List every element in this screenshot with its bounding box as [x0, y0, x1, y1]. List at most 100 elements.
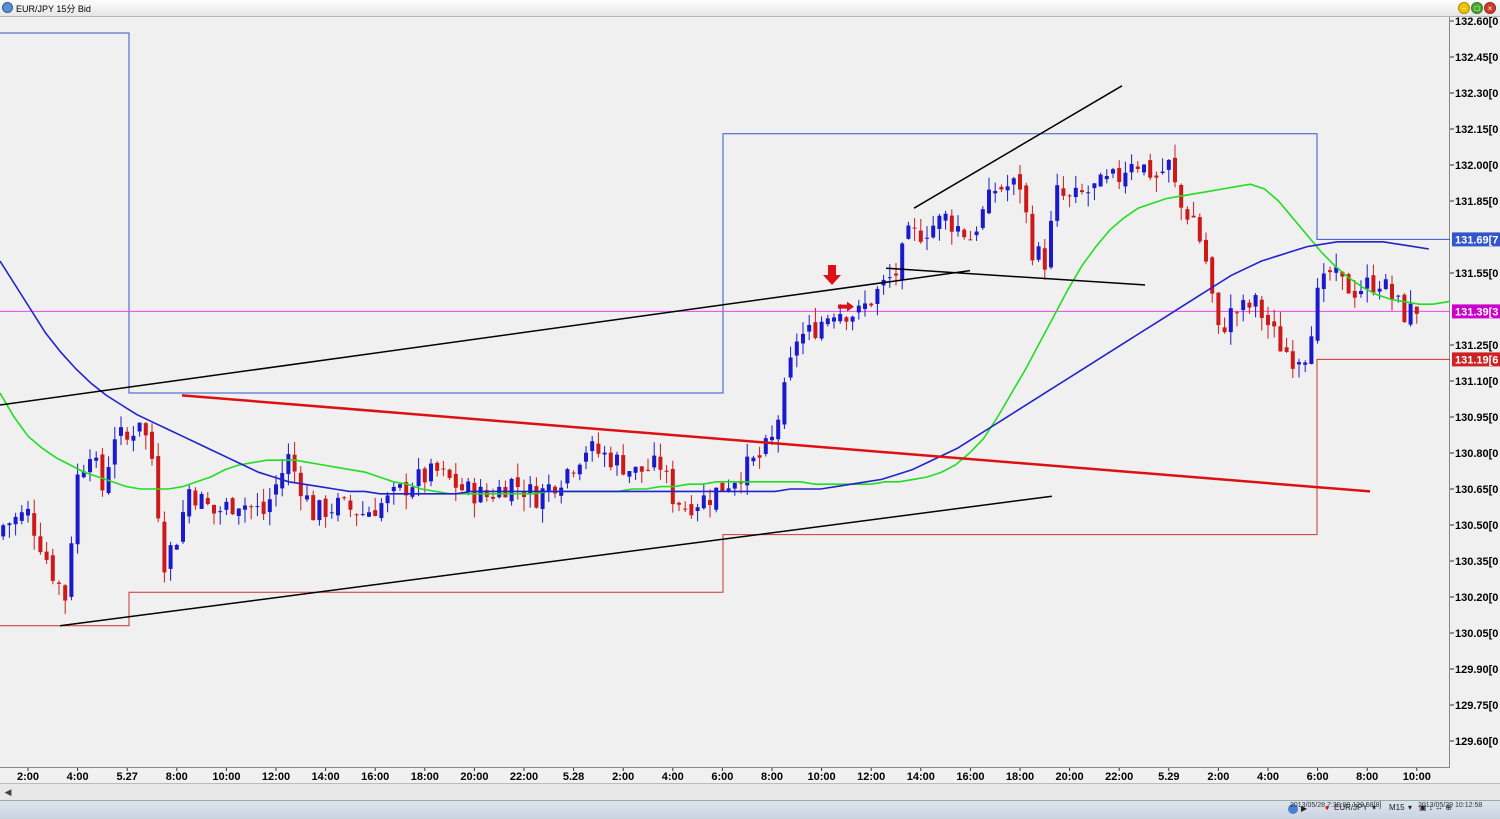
- candle-bear: [50, 555, 55, 581]
- candle-bull: [13, 516, 18, 525]
- candle-bull: [398, 484, 402, 488]
- candle-bull: [732, 482, 737, 489]
- candle-bear: [894, 273, 898, 276]
- candle-bull: [379, 503, 384, 519]
- candle-bear: [1414, 306, 1419, 314]
- candle-bear: [435, 462, 440, 471]
- time-tick-label: 14:00: [907, 771, 935, 783]
- candle-bull: [75, 474, 80, 545]
- candle-bull: [131, 435, 136, 441]
- candle-bull: [199, 494, 204, 509]
- time-tick-label: 12:00: [262, 771, 290, 783]
- candle-bull: [1092, 183, 1097, 189]
- candle-bull: [1142, 164, 1146, 173]
- candle-bull: [1309, 336, 1314, 365]
- chart-plot-area[interactable]: [0, 17, 1490, 767]
- price-tick-label: 130.20[0: [1455, 592, 1498, 604]
- price-tick-label: 131.85[0: [1455, 196, 1498, 208]
- candle-bull: [602, 452, 607, 455]
- candle-bull: [701, 495, 706, 509]
- candle-bear: [1185, 209, 1190, 220]
- candle-bull: [856, 305, 861, 313]
- price-tag-label: 131.19[6: [1455, 354, 1498, 366]
- candle-bear: [608, 452, 613, 468]
- candle-bear: [708, 500, 712, 505]
- candle-bear: [162, 521, 167, 573]
- candle-bull: [1055, 185, 1060, 221]
- candle-bull: [577, 464, 582, 475]
- candle-bull: [900, 243, 905, 281]
- candle-bull: [181, 512, 185, 542]
- candle-bull: [255, 506, 260, 508]
- time-tick-label: 8:00: [166, 771, 188, 783]
- candle-bull: [1365, 277, 1370, 289]
- candle-bull: [1228, 308, 1233, 333]
- candle-bear: [949, 215, 954, 232]
- candle-bull: [782, 382, 787, 425]
- candle-bull: [1408, 303, 1413, 325]
- ma-fast-line: [0, 183, 1490, 495]
- candle-bear: [757, 455, 762, 458]
- candle-bear: [311, 495, 316, 521]
- candle-bear: [677, 502, 681, 505]
- candle-bear: [460, 484, 464, 491]
- candle-bear: [348, 500, 353, 510]
- candle-bull: [416, 469, 421, 487]
- candle-bear: [596, 443, 601, 454]
- close-icon[interactable]: ×: [1484, 2, 1496, 14]
- candle-bear: [1290, 351, 1295, 369]
- candle-bull: [509, 478, 514, 502]
- candle-bull: [794, 341, 799, 356]
- candle-bull: [546, 484, 551, 492]
- candle-bull: [1315, 287, 1320, 341]
- candle-bull: [1377, 288, 1382, 292]
- status-bar: ▶ ♦ EUR/JPY ▾ M15 ▾ ▣ ↕ ↔ ⊕: [0, 800, 1500, 819]
- horizontal-scrollbar[interactable]: ◀: [0, 783, 1500, 801]
- price-tick-label: 131.10[0: [1455, 376, 1498, 388]
- candle-bear: [1272, 321, 1277, 327]
- candle-bear: [63, 585, 68, 601]
- candle-bear: [1328, 270, 1332, 273]
- candle-bear: [918, 230, 923, 242]
- price-tick-label: 131.55[0: [1455, 268, 1498, 280]
- candle-bear: [125, 431, 130, 440]
- price-tick-label: 130.05[0: [1455, 628, 1498, 640]
- time-tick-label: 22:00: [1105, 771, 1133, 783]
- candle-bear: [491, 496, 495, 499]
- time-tick-label: 8:00: [761, 771, 783, 783]
- time-tick-label: 4:00: [1257, 771, 1279, 783]
- candle-bear: [261, 501, 266, 514]
- candle-bear: [323, 498, 328, 517]
- candle-bull: [1253, 295, 1258, 307]
- candle-bull: [317, 500, 322, 521]
- candle-bear: [1191, 215, 1196, 218]
- candle-bull: [937, 215, 942, 229]
- candle-bear: [1204, 239, 1208, 262]
- candle-bull: [1396, 295, 1401, 297]
- candle-bear: [32, 513, 37, 536]
- candle-bear: [813, 322, 818, 338]
- price-tick-label: 131.25[0: [1455, 340, 1498, 352]
- minimize-icon[interactable]: −: [1458, 2, 1470, 14]
- candle-bull: [26, 508, 30, 516]
- price-tick-label: 130.80[0: [1455, 448, 1498, 460]
- candle-bull: [1111, 169, 1115, 174]
- scroll-left-arrow-icon[interactable]: ◀: [2, 786, 14, 798]
- candle-bear: [515, 477, 520, 488]
- candle-bull: [1166, 159, 1171, 170]
- candle-bull: [94, 457, 99, 461]
- candle-bull: [119, 427, 123, 436]
- candle-bull: [838, 314, 843, 322]
- maximize-icon[interactable]: □: [1471, 2, 1483, 14]
- candle-bear: [1135, 166, 1140, 169]
- candle-bull: [825, 318, 830, 325]
- price-tick-label: 130.65[0: [1455, 484, 1498, 496]
- candle-bear: [1148, 160, 1153, 178]
- candle-bull: [1383, 279, 1388, 290]
- time-tick-label: 8:00: [1356, 771, 1378, 783]
- candle-bear: [664, 470, 669, 472]
- time-tick-label: 12:00: [857, 771, 885, 783]
- candle-bull: [274, 484, 278, 495]
- candle-bear: [57, 582, 61, 584]
- candle-bull: [987, 189, 991, 214]
